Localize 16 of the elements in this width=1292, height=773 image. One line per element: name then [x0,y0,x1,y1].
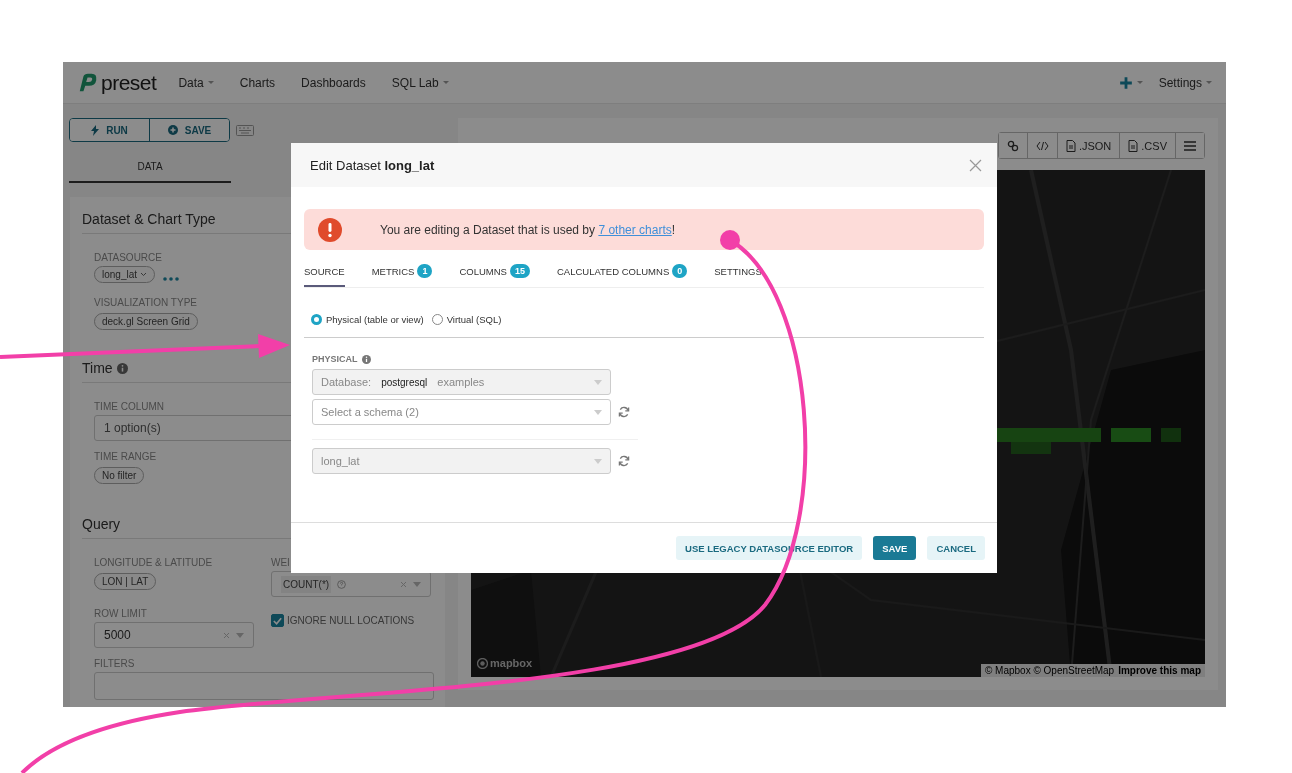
field-label: WEI [271,557,291,568]
row-limit-value: 5000 [104,628,131,642]
section-title: Time [82,360,113,376]
field-label: LONGITUDE & LATITUDE [94,557,214,568]
section-label: PHYSICAL [312,354,358,364]
field-label: ROW LIMIT [94,608,148,619]
count-badge: 15 [509,264,530,278]
checkbox-label: IGNORE NULL LOCATIONS [287,615,415,626]
map-attribution: © Mapbox © OpenStreetMap [984,665,1115,676]
map-logo: mapbox [477,657,533,669]
field-label: VISUALIZATION TYPE [94,297,198,308]
field-label: DATASOURCE [94,252,163,263]
count-badge: 1 [417,264,433,278]
dialog-title: Edit Dataset long_lat [310,157,436,173]
count-badge: 0 [672,264,688,278]
field-label: FILTERS [94,658,136,669]
